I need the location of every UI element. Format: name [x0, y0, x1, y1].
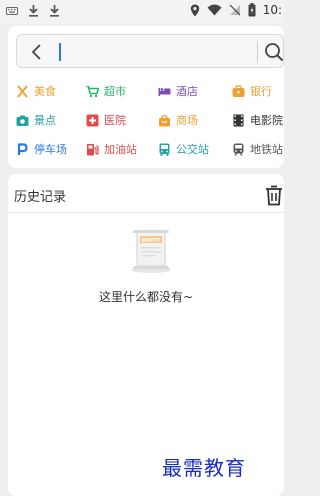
history-panel: 历史记录 EMPTY 这里什么都没有~ 最需教育 — [8, 174, 284, 496]
category-food[interactable]: 美食 — [16, 81, 56, 101]
chevron-left-icon[interactable] — [27, 42, 47, 62]
history-title: 历史记录 — [14, 190, 67, 205]
category-attraction[interactable]: 景点 — [16, 110, 56, 130]
gas-station-icon — [87, 143, 99, 155]
film-icon — [233, 114, 244, 126]
parking-icon — [17, 142, 28, 155]
category-label: 加油站 — [104, 143, 137, 156]
category-label: 地铁站 — [250, 143, 283, 156]
no-sim-icon — [229, 4, 241, 16]
empty-badge: EMPTY — [141, 238, 160, 244]
keyboard-icon — [6, 6, 18, 15]
category-label: 美食 — [34, 85, 56, 98]
category-bank[interactable]: 银行 — [232, 81, 272, 101]
category-cinema[interactable]: 电影院 — [232, 110, 283, 130]
category-supermarket[interactable]: 超市 — [86, 81, 126, 101]
category-label: 银行 — [250, 85, 272, 98]
history-divider — [8, 212, 284, 213]
bed-icon — [158, 87, 171, 96]
category-label: 酒店 — [176, 85, 198, 98]
text-cursor — [59, 43, 61, 61]
search-divider — [257, 41, 258, 63]
category-label: 电影院 — [250, 114, 283, 127]
category-hospital[interactable]: 医院 — [86, 110, 126, 130]
search-panel: 美食 超市 酒店 银行 景点 医院 商场 电影院 停车场 加油站 公交站 地铁站 — [8, 26, 284, 168]
empty-message: 这里什么都没有~ — [98, 290, 194, 304]
status-bar: 10: — [0, 0, 284, 24]
category-label: 医院 — [104, 114, 126, 127]
search-bar — [16, 34, 284, 68]
category-label: 停车场 — [34, 143, 67, 156]
food-icon — [17, 84, 28, 98]
watermark: 最需教育 — [162, 456, 246, 480]
hospital-icon — [86, 114, 99, 126]
wifi-icon — [207, 4, 222, 16]
category-gas-station[interactable]: 加油站 — [86, 139, 137, 159]
bank-icon — [232, 84, 245, 97]
battery-icon — [248, 3, 256, 17]
category-label: 景点 — [34, 114, 56, 127]
category-mall[interactable]: 商场 — [158, 110, 198, 130]
download-icon — [50, 5, 59, 17]
bus-icon — [159, 143, 170, 156]
download-icon — [29, 5, 38, 17]
search-input[interactable] — [67, 41, 247, 63]
location-icon — [190, 4, 199, 16]
cart-icon — [86, 85, 99, 97]
category-bus-stop[interactable]: 公交站 — [158, 139, 209, 159]
category-subway[interactable]: 地铁站 — [232, 139, 283, 159]
camera-icon — [16, 115, 29, 126]
category-label: 超市 — [104, 85, 126, 98]
empty-scroll-illustration: EMPTY — [131, 230, 171, 273]
search-icon[interactable] — [264, 41, 284, 63]
category-label: 商场 — [176, 114, 198, 127]
subway-icon — [233, 143, 244, 156]
trash-icon[interactable] — [264, 184, 284, 206]
shopping-bag-icon — [159, 114, 170, 126]
category-hotel[interactable]: 酒店 — [158, 81, 198, 101]
category-parking[interactable]: 停车场 — [16, 139, 67, 159]
category-label: 公交站 — [176, 143, 209, 156]
status-time: 10: — [262, 3, 282, 17]
